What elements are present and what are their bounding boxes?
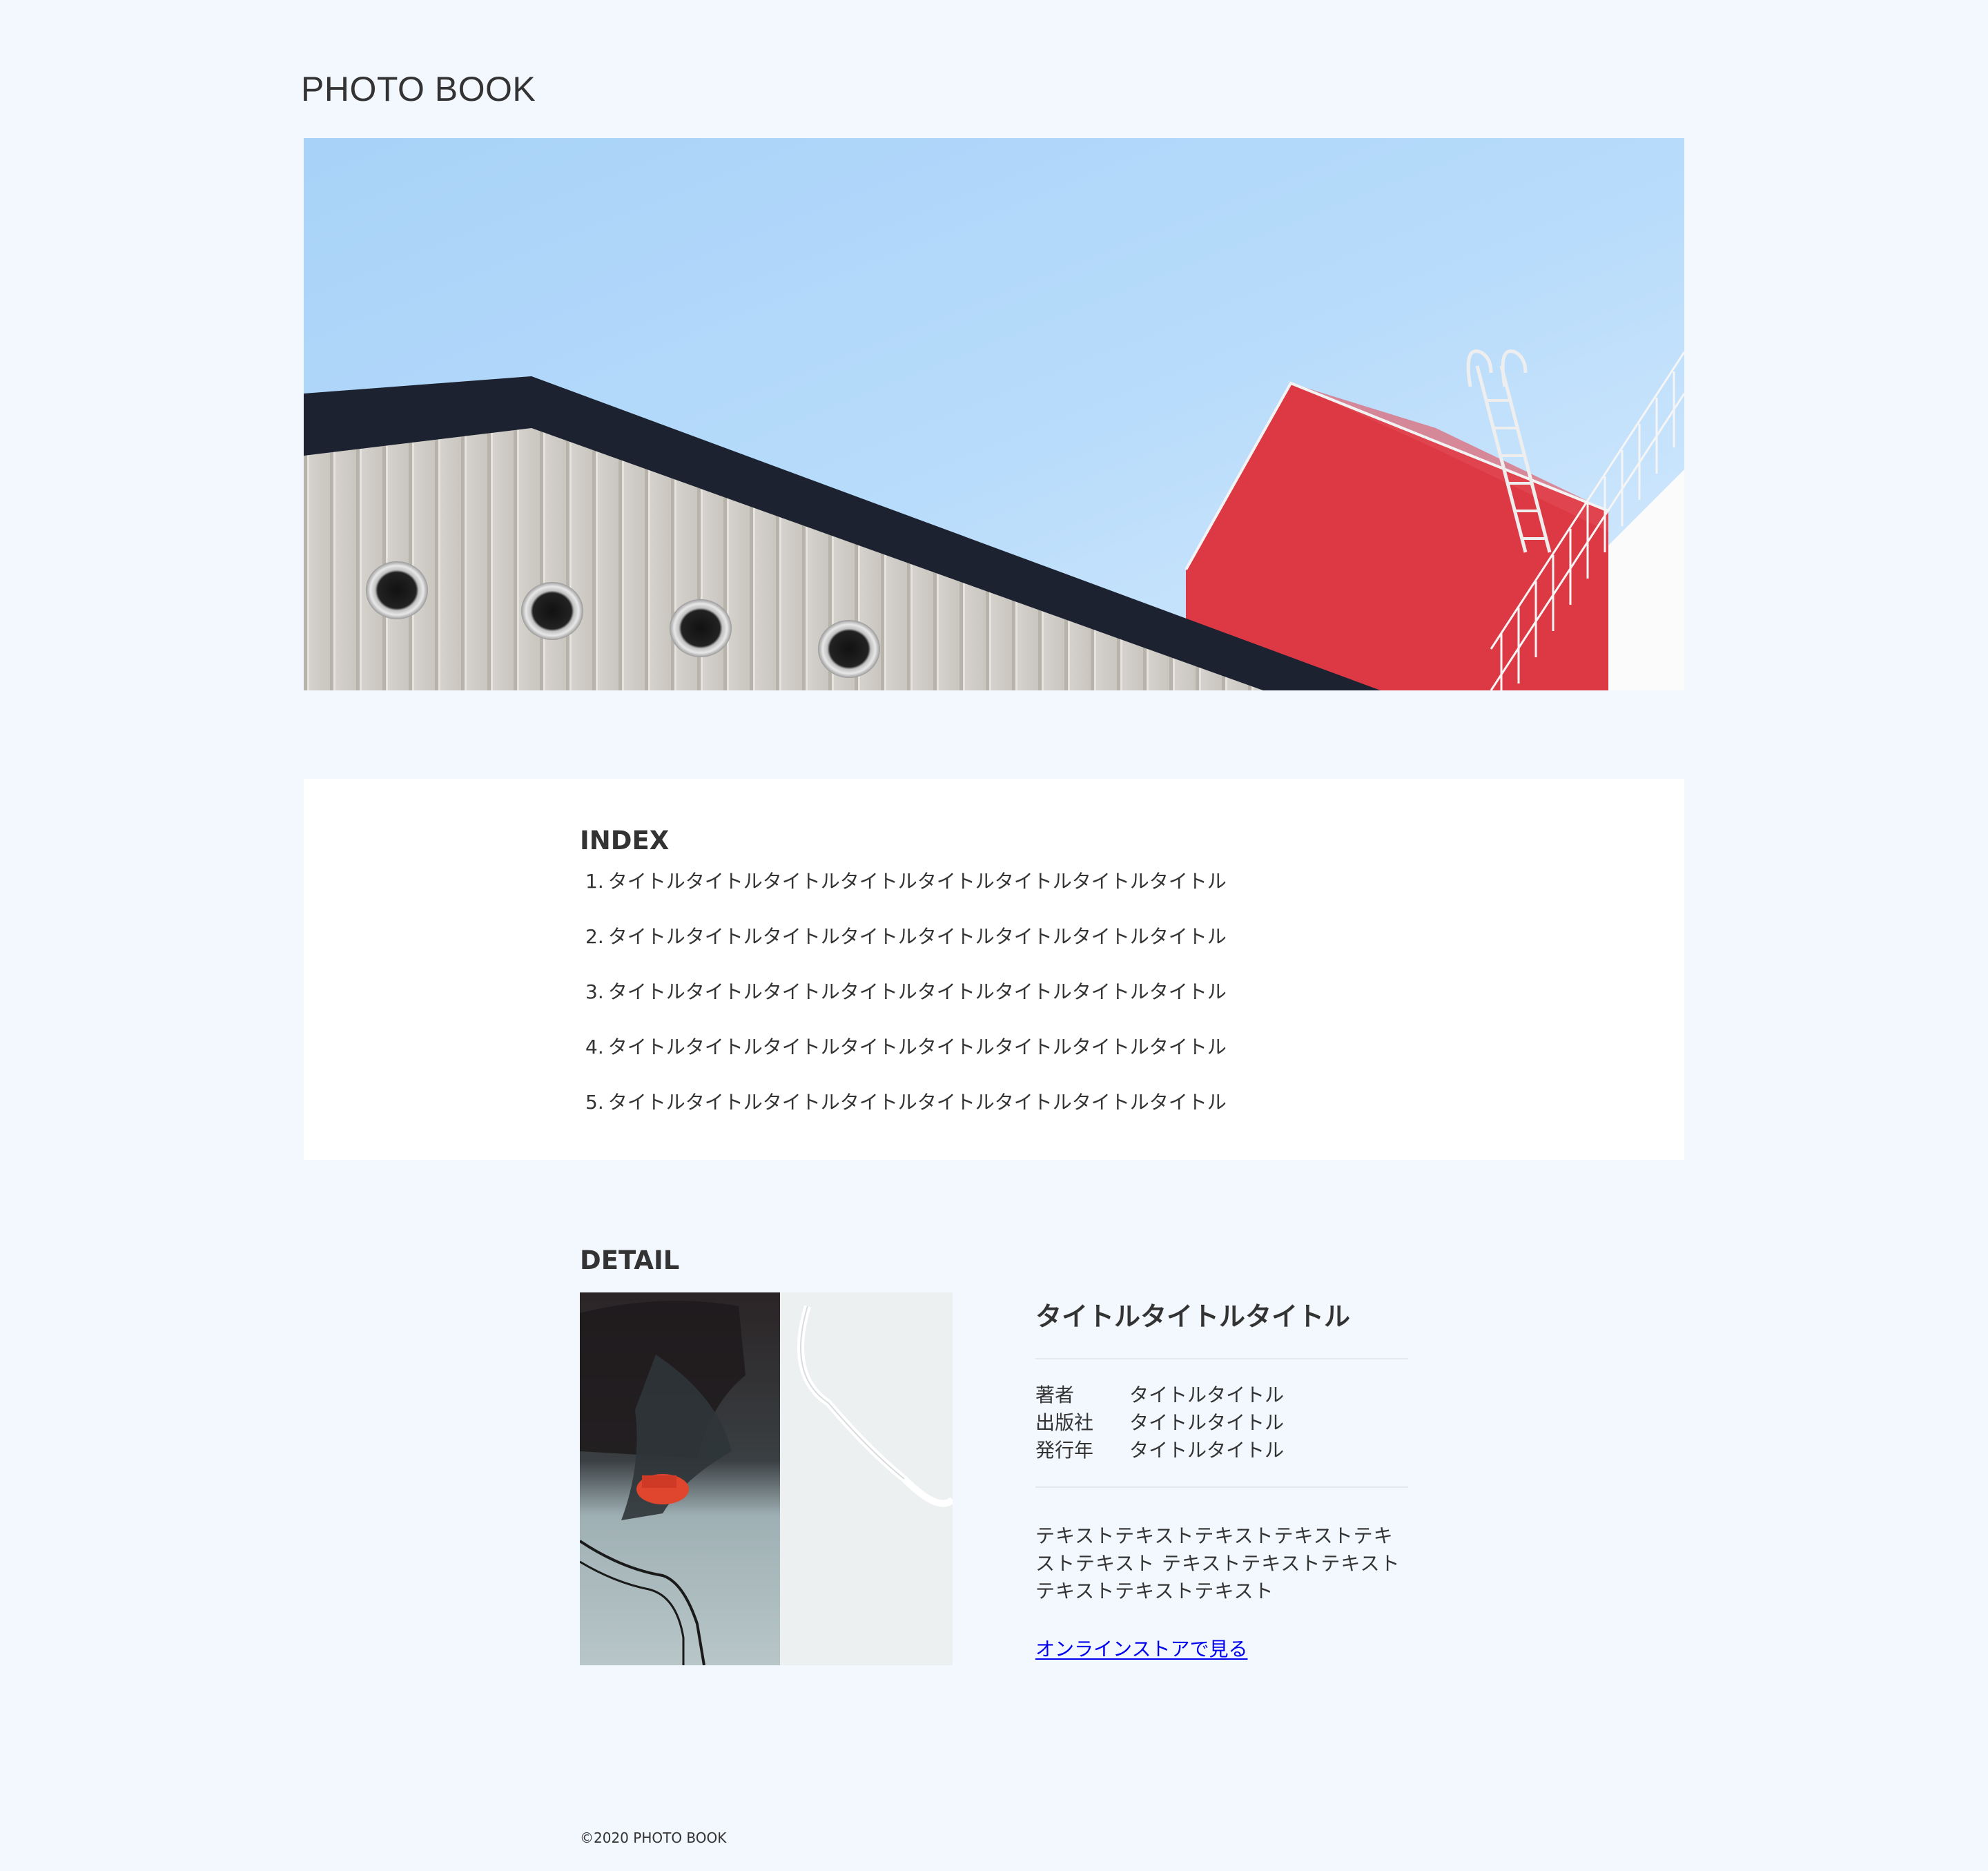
page: PHOTO BOOK INDEX 1. タイトルタイトルタイトルタイトルタイトル…: [0, 0, 1988, 1871]
meta-key: 発行年: [1035, 1439, 1094, 1462]
meta-row-publisher: 出版社 タイトルタイトル: [1035, 1409, 1408, 1437]
index-section: INDEX 1. タイトルタイトルタイトルタイトルタイトルタイトルタイトルタイトル…: [304, 779, 1684, 1160]
meta-value: タイトルタイトル: [1129, 1439, 1285, 1462]
index-item-label: タイトルタイトルタイトルタイトルタイトルタイトルタイトルタイトル: [607, 980, 1227, 1003]
index-item: 3. タイトルタイトルタイトルタイトルタイトルタイトルタイトルタイトル: [585, 980, 1227, 1036]
index-item-label: タイトルタイトルタイトルタイトルタイトルタイトルタイトルタイトル: [607, 1036, 1227, 1058]
index-item-label: タイトルタイトルタイトルタイトルタイトルタイトルタイトルタイトル: [607, 870, 1227, 893]
divider: [1035, 1486, 1408, 1488]
book-title: タイトルタイトルタイトル: [1035, 1301, 1351, 1332]
index-item-number: 5.: [585, 1091, 604, 1114]
meta-key: 出版社: [1035, 1411, 1094, 1434]
index-item-label: タイトルタイトルタイトルタイトルタイトルタイトルタイトルタイトル: [607, 1091, 1227, 1114]
online-store-link[interactable]: オンラインストアで見る: [1035, 1634, 1247, 1662]
detail-heading: DETAIL: [580, 1245, 680, 1275]
index-item-number: 3.: [585, 980, 604, 1003]
divider: [1035, 1358, 1408, 1359]
index-list: 1. タイトルタイトルタイトルタイトルタイトルタイトルタイトルタイトル 2. タイト…: [585, 870, 1227, 1146]
book-meta: 著者 タイトルタイトル 出版社 タイトルタイトル 発行年 タイトルタイトル: [1035, 1382, 1408, 1464]
book-cover-photo: [580, 1292, 953, 1665]
meta-value: タイトルタイトル: [1129, 1384, 1285, 1406]
index-item: 1. タイトルタイトルタイトルタイトルタイトルタイトルタイトルタイトル: [585, 870, 1227, 925]
book-info: タイトルタイトルタイトル 著者 タイトルタイトル 出版社 タイトルタイトル 発行…: [1035, 1292, 1408, 1662]
index-item-number: 4.: [585, 1036, 604, 1058]
footer-copyright: ©2020 PHOTO BOOK: [580, 1830, 727, 1846]
index-item-number: 1.: [585, 870, 604, 893]
meta-key: 著者: [1035, 1384, 1075, 1406]
hero-photo: [304, 138, 1684, 690]
index-item: 4. タイトルタイトルタイトルタイトルタイトルタイトルタイトルタイトル: [585, 1036, 1227, 1091]
index-item: 2. タイトルタイトルタイトルタイトルタイトルタイトルタイトルタイトル: [585, 925, 1227, 980]
site-title[interactable]: PHOTO BOOK: [301, 69, 536, 109]
index-heading: INDEX: [580, 826, 670, 855]
meta-row-year: 発行年 タイトルタイトル: [1035, 1437, 1408, 1464]
index-item-number: 2.: [585, 925, 604, 948]
meta-value: タイトルタイトル: [1129, 1411, 1285, 1434]
index-item-label: タイトルタイトルタイトルタイトルタイトルタイトルタイトルタイトル: [607, 925, 1227, 948]
meta-row-author: 著者 タイトルタイトル: [1035, 1382, 1408, 1409]
index-item: 5. タイトルタイトルタイトルタイトルタイトルタイトルタイトルタイトル: [585, 1091, 1227, 1146]
book-description: テキストテキストテキストテキストテキストテキスト テキストテキストテキストテキス…: [1035, 1524, 1401, 1602]
